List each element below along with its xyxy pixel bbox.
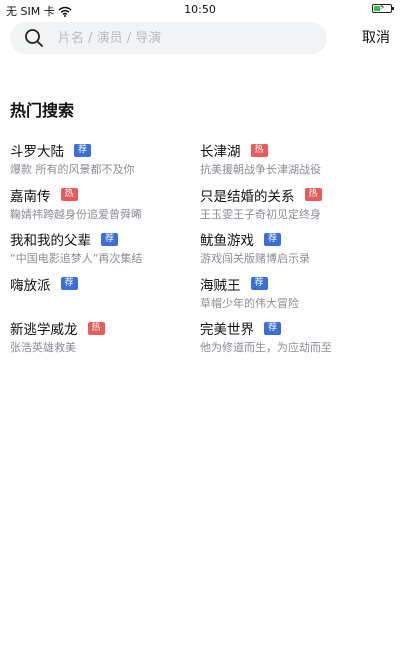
hot-search-item-title-row: 新逃学威龙热 (10, 318, 200, 338)
hot-search-item-title-row: 海贼王荐 (200, 274, 390, 294)
recommend-badge: 荐 (60, 277, 78, 290)
hot-search-item-subtitle: 他为修道而生，为应劫而至 (200, 341, 332, 354)
hot-search-item-subtitle: 草帽少年的伟大冒险 (200, 296, 299, 310)
hot-search-item-title: 完美世界 (200, 322, 254, 338)
hot-search-item-title-row: 嗨放派荐 (10, 274, 200, 294)
hot-badge: 热 (87, 321, 105, 335)
hot-search-item-title: 嘉南传 (10, 188, 51, 205)
hot-search-item-title: 长津湖 (200, 144, 241, 160)
hot-search-item[interactable]: 新逃学威龙热张浩英雄救美 (10, 318, 200, 363)
hot-search-item[interactable]: 嘉南传热鞠婧祎跨越身份追爱曾舜晞 (10, 185, 200, 230)
hot-search-item-subtitle: 王玉雯王子奇初见定终身 (200, 207, 321, 221)
hot-search-item-subtitle: “中国电影追梦人”再次集结 (10, 252, 143, 265)
hot-search-item-title-row: 嘉南传热 (10, 185, 200, 205)
hot-search-item-title-row: 完美世界荐 (200, 318, 390, 338)
hot-search-item[interactable]: 长津湖热抗美援朝战争长津湖战役 (200, 140, 390, 185)
hot-search-item[interactable]: 海贼王荐草帽少年的伟大冒险 (200, 274, 390, 319)
hot-search-item-subtitle: 张浩英雄救美 (10, 341, 76, 354)
hot-search-item-title: 只是结婚的关系 (200, 188, 295, 205)
battery-charging-icon: ⚡ (372, 3, 394, 13)
hot-search-item[interactable]: 鱿鱼游戏荐游戏闯关版赌博启示录 (200, 229, 390, 274)
status-right: ⚡ (372, 3, 394, 13)
hot-search-item-title: 斗罗大陆 (10, 144, 64, 160)
hot-badge: 热 (60, 188, 78, 201)
hot-badge: 热 (250, 143, 268, 157)
search-icon (25, 29, 43, 47)
hot-search-grid: 斗罗大陆荐爆款 所有的风景都不及你 长津湖热抗美援朝战争长津湖战役 嘉南传热鞠婧祎跨… (10, 140, 390, 363)
recommend-badge: 荐 (74, 143, 92, 157)
recommend-badge: 荐 (264, 232, 282, 246)
hot-search-item-subtitle: 爆款 所有的风景都不及你 (10, 163, 135, 176)
hot-search-item-subtitle: 游戏闯关版赌博启示录 (200, 252, 310, 265)
recommend-badge: 荐 (250, 277, 268, 290)
search-input[interactable] (56, 29, 300, 47)
search-box[interactable] (10, 22, 327, 54)
hot-search-item-title: 海贼王 (200, 277, 241, 294)
hot-search-item-title-row: 长津湖热 (200, 140, 390, 160)
hot-search-item-title-row: 斗罗大陆荐 (10, 140, 200, 160)
status-time: 10:50 (184, 3, 216, 16)
hot-search-item[interactable]: 只是结婚的关系热王玉雯王子奇初见定终身 (200, 185, 390, 230)
hot-search-item-title-row: 只是结婚的关系热 (200, 185, 390, 205)
hot-badge: 热 (304, 188, 322, 201)
hot-search-item-title: 嗨放派 (10, 277, 51, 294)
hot-search-item-subtitle: 抗美援朝战争长津湖战役 (200, 163, 321, 176)
hot-search-item-title: 我和我的父辈 (10, 233, 91, 249)
hot-search-item-title-row: 鱿鱼游戏荐 (200, 229, 390, 249)
hot-search-item-title: 新逃学威龙 (10, 322, 78, 338)
hot-search-item[interactable]: 完美世界荐他为修道而生，为应劫而至 (200, 318, 390, 363)
status-bar: 无 SIM 卡 10:50 ⚡ (0, 0, 400, 20)
hot-search-item[interactable]: 嗨放派荐 (10, 274, 200, 319)
hot-search-item[interactable]: 斗罗大陆荐爆款 所有的风景都不及你 (10, 140, 200, 185)
hot-search-item-title-row: 我和我的父辈荐 (10, 229, 200, 249)
hot-search-item[interactable]: 我和我的父辈荐 “中国电影追梦人”再次集结 (10, 229, 200, 274)
recommend-badge: 荐 (264, 321, 282, 335)
hot-search-item-title: 鱿鱼游戏 (200, 233, 254, 249)
cancel-button[interactable]: 取消 (348, 22, 390, 54)
recommend-badge: 荐 (101, 232, 119, 246)
search-row: 取消 (10, 22, 390, 54)
hot-search-title: 热门搜索 (10, 101, 75, 120)
hot-search-item-subtitle: 鞠婧祎跨越身份追爱曾舜晞 (10, 207, 142, 221)
